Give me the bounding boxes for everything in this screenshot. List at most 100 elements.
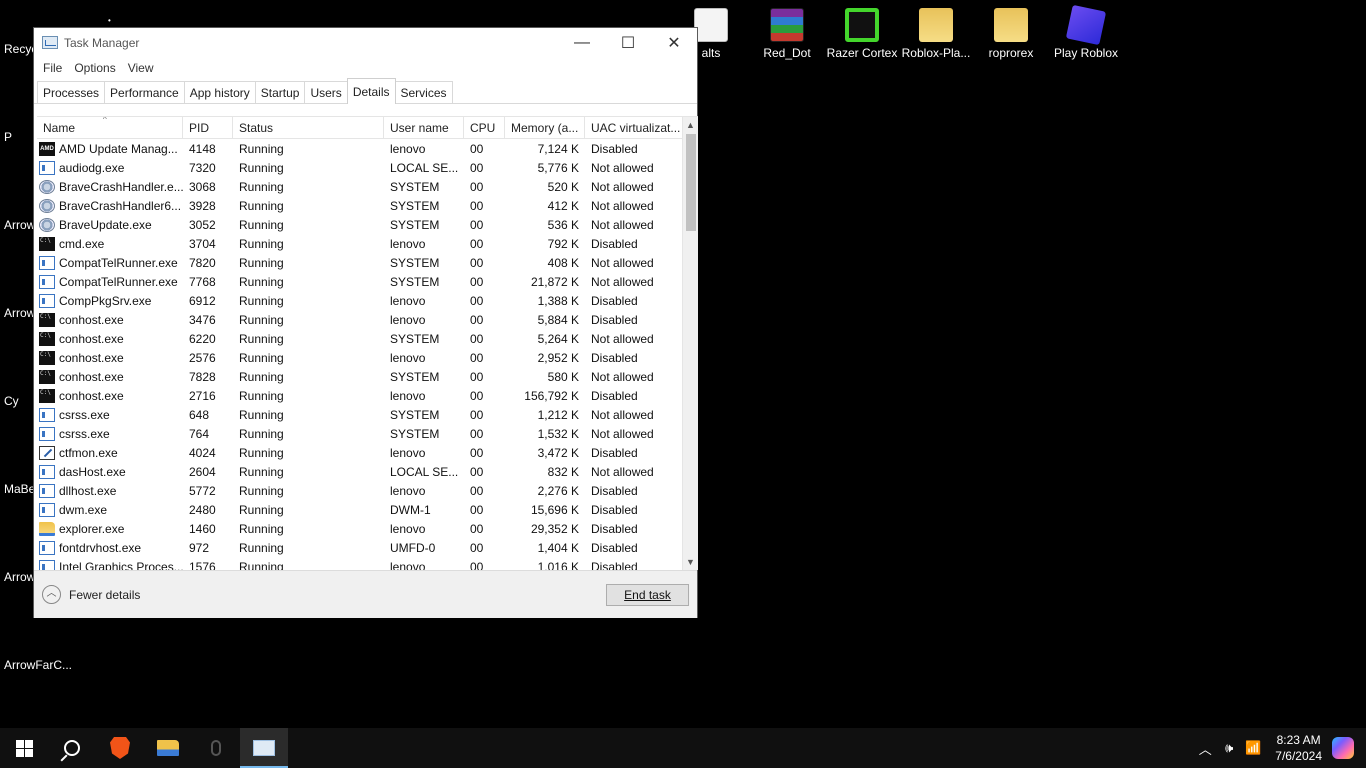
close-button[interactable]: ✕ [651, 28, 697, 57]
table-row[interactable]: dwm.exe 2480 Running DWM-1 00 15,696 K Disable… [37, 500, 698, 519]
cell-user: LOCAL SE... [390, 160, 459, 175]
desktop-icon-label[interactable]: ArrowFarC... [4, 658, 72, 672]
fewer-details-button[interactable]: ︿ Fewer details [42, 585, 140, 604]
table-row[interactable]: CompPkgSrv.exe 6912 Running lenovo 00 1,388 K… [37, 291, 698, 310]
cell-memory: 21,872 K [530, 274, 579, 289]
cell-user: SYSTEM [390, 217, 440, 232]
cell-name: dwm.exe [37, 502, 183, 517]
column-header-uac[interactable]: UAC virtualizat... [585, 117, 683, 139]
cell-status: Running [239, 426, 284, 441]
scroll-down-icon[interactable]: ▼ [683, 554, 698, 570]
tab-app-history[interactable]: App history [183, 81, 256, 103]
table-row[interactable]: explorer.exe 1460 Running lenovo 00 29,352 K D… [37, 519, 698, 538]
column-header-pid[interactable]: PID [183, 117, 233, 139]
table-row[interactable]: CompatTelRunner.exe 7820 Running SYSTEM 00 40… [37, 253, 698, 272]
title-bar[interactable]: Task Manager — ☐ ✕ [34, 28, 697, 57]
maximize-button[interactable]: ☐ [605, 28, 651, 57]
cell-uac: Disabled [591, 350, 638, 365]
table-row[interactable]: Intel Graphics Proces... 1576 Running lenov… [37, 557, 698, 570]
vertical-scrollbar[interactable]: ▲ ▼ [682, 117, 698, 570]
tab-processes[interactable]: Processes [37, 81, 106, 103]
cell-memory: 792 K [547, 236, 579, 251]
table-row[interactable]: BraveUpdate.exe 3052 Running SYSTEM 00 536 K N… [37, 215, 698, 234]
cell-memory: 3,472 K [537, 445, 579, 460]
desktop-icon-label[interactable]: Arrow [4, 570, 35, 584]
search-button[interactable] [48, 728, 96, 768]
clock[interactable]: 8:23 AM 7/6/2024 [1275, 732, 1322, 764]
win-process-icon [39, 407, 55, 422]
cell-cpu: 00 [470, 198, 484, 213]
column-header-cpu[interactable]: CPU [464, 117, 505, 139]
desktop-icon-4[interactable]: Roblox-Pla... [898, 8, 974, 60]
tab-users[interactable]: Users [304, 81, 348, 103]
table-row[interactable]: BraveCrashHandler6... 3928 Running SYSTEM 00… [37, 196, 698, 215]
column-header-memory[interactable]: Memory (a... [505, 117, 585, 139]
table-row[interactable]: csrss.exe 648 Running SYSTEM 00 1,212 K Not al… [37, 405, 698, 424]
table-row[interactable]: C:\ conhost.exe 2576 Running lenovo 00 2,952 K… [37, 348, 698, 367]
tab-performance[interactable]: Performance [104, 81, 185, 103]
cell-pid: 6912 [189, 293, 216, 308]
table-row[interactable]: csrss.exe 764 Running SYSTEM 00 1,532 K Not al… [37, 424, 698, 443]
copilot-icon[interactable] [1332, 737, 1354, 759]
cell-memory: 5,264 K [537, 331, 579, 346]
cell-cpu: 00 [470, 445, 484, 460]
tab-startup[interactable]: Startup [254, 81, 306, 103]
network-icon[interactable]: 📶 [1241, 740, 1265, 756]
tab-strip: Processes Performance App history Startu… [34, 78, 697, 104]
table-row[interactable]: C:\ conhost.exe 7828 Running SYSTEM 00 580 K No… [37, 367, 698, 386]
desktop-icon-label[interactable]: Cy [4, 394, 19, 408]
cell-user: DWM-1 [390, 502, 431, 517]
table-row[interactable]: fontdrvhost.exe 972 Running UMFD-0 00 1,404 K… [37, 538, 698, 557]
chevron-up-icon[interactable]: ︿ [1193, 739, 1217, 758]
end-task-button[interactable]: End task [606, 584, 689, 606]
start-button[interactable] [0, 728, 48, 768]
table-row[interactable]: ctfmon.exe 4024 Running lenovo 00 3,472 K Disa… [37, 443, 698, 462]
cmd-process-icon: C:\ [39, 350, 55, 365]
cell-name: explorer.exe [37, 521, 183, 536]
table-row[interactable]: C:\ conhost.exe 2716 Running lenovo 00 156,792… [37, 386, 698, 405]
desktop-icon-label[interactable]: Arrow [4, 306, 35, 320]
table-row[interactable]: BraveCrashHandler.e... 3068 Running SYSTEM 0… [37, 177, 698, 196]
cell-user: lenovo [390, 312, 426, 327]
table-row[interactable]: C:\ conhost.exe 6220 Running SYSTEM 00 5,264 K… [37, 329, 698, 348]
desktop-icon-3[interactable]: Razer Cortex [824, 8, 900, 60]
file-explorer-taskbar-button[interactable] [144, 728, 192, 768]
cell-name: BraveCrashHandler6... [37, 198, 183, 213]
minimize-button[interactable]: — [559, 28, 605, 57]
cell-status: Running [239, 141, 284, 156]
desktop-icon-label[interactable]: MaBe [4, 482, 35, 496]
cell-name: csrss.exe [37, 407, 183, 422]
brave-taskbar-button[interactable] [96, 728, 144, 768]
volume-icon[interactable]: 🕪 [1217, 740, 1241, 756]
desktop-icon-2[interactable]: Red_Dot [749, 8, 825, 60]
column-header-name[interactable]: Name ^ [37, 117, 183, 139]
tab-details[interactable]: Details [346, 78, 396, 104]
table-row[interactable]: dasHost.exe 2604 Running LOCAL SE... 00 832 K… [37, 462, 698, 481]
desktop-icon-6[interactable]: Play Roblox [1048, 4, 1124, 60]
menu-options[interactable]: Options [68, 61, 121, 75]
table-row[interactable]: AMD AMD Update Manag... 4148 Running lenovo 0… [37, 139, 698, 158]
table-row[interactable]: C:\ conhost.exe 3476 Running lenovo 00 5,884 K… [37, 310, 698, 329]
roblox-icon [1065, 4, 1107, 46]
task-manager-taskbar-button[interactable] [240, 728, 288, 768]
table-row[interactable]: CompatTelRunner.exe 7768 Running SYSTEM 00 21… [37, 272, 698, 291]
table-row[interactable]: C:\ cmd.exe 3704 Running lenovo 00 792 K Disabl… [37, 234, 698, 253]
cell-status: Running [239, 369, 284, 384]
desktop-icon-5[interactable]: roprorex [973, 8, 1049, 60]
table-row[interactable]: audiodg.exe 7320 Running LOCAL SE... 00 5,776… [37, 158, 698, 177]
scroll-up-icon[interactable]: ▲ [683, 117, 698, 134]
tab-services[interactable]: Services [394, 81, 453, 103]
pen-process-icon [39, 445, 55, 460]
cell-memory: 408 K [547, 255, 579, 270]
column-header-user-name[interactable]: User name [384, 117, 464, 139]
mouse-app-taskbar-button[interactable] [192, 728, 240, 768]
column-header-status[interactable]: Status [233, 117, 384, 139]
menu-file[interactable]: File [37, 61, 68, 75]
scroll-thumb[interactable] [686, 134, 696, 231]
desktop-icon-label[interactable]: Arrow [4, 218, 35, 232]
table-row[interactable]: dllhost.exe 5772 Running lenovo 00 2,276 K Dis… [37, 481, 698, 500]
menu-view[interactable]: View [122, 61, 160, 75]
cell-user: lenovo [390, 388, 426, 403]
desktop-icon-label[interactable]: P [4, 130, 12, 144]
cmd-process-icon: C:\ [39, 331, 55, 346]
